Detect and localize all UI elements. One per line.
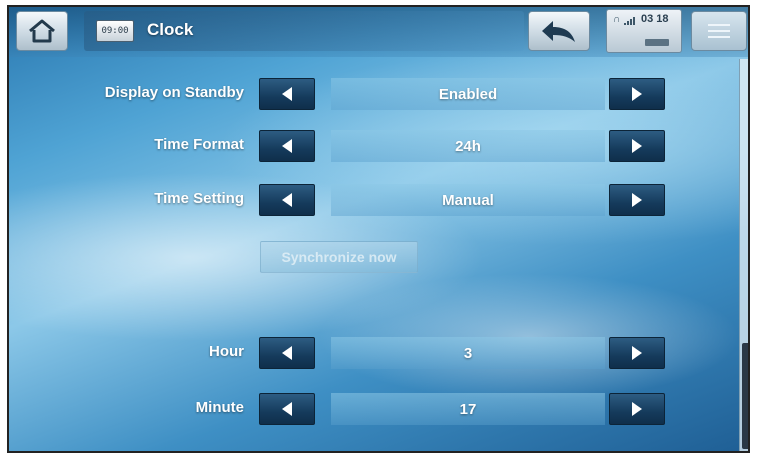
arrow-left-icon xyxy=(282,346,292,360)
setting-label: Time Format xyxy=(154,136,244,153)
setting-row-minute: Minute 17 xyxy=(9,390,699,428)
home-button[interactable] xyxy=(16,11,68,51)
battery-icon xyxy=(645,39,669,46)
arrow-right-icon xyxy=(632,402,642,416)
setting-value: 24h xyxy=(331,130,605,162)
menu-icon xyxy=(708,20,730,42)
increase-hour-button[interactable] xyxy=(609,337,665,369)
decrease-minute-button[interactable] xyxy=(259,393,315,425)
page-title: Clock xyxy=(147,20,194,39)
clock-icon: 09:00 xyxy=(96,20,134,42)
back-button[interactable] xyxy=(528,11,590,51)
headphone-icon: ∩ xyxy=(613,14,621,25)
setting-value: Enabled xyxy=(331,78,605,110)
arrow-right-icon xyxy=(632,87,642,101)
synchronize-now-button[interactable]: Synchronize now xyxy=(260,241,418,273)
setting-value: 3 xyxy=(331,337,605,369)
arrow-right-icon xyxy=(632,193,642,207)
increase-minute-button[interactable] xyxy=(609,393,665,425)
arrow-left-icon xyxy=(282,87,292,101)
setting-label: Time Setting xyxy=(154,190,244,207)
signal-icon xyxy=(624,17,638,25)
setting-label: Display on Standby xyxy=(104,84,244,101)
setting-value: 17 xyxy=(331,393,605,425)
setting-row-display-on-standby: Display on Standby Enabled xyxy=(9,75,699,113)
previous-option-button[interactable] xyxy=(259,184,315,216)
arrow-right-icon xyxy=(632,139,642,153)
clock-settings-screen: 09:00 Clock ∩ 03 18 Display on Standby E… xyxy=(7,5,750,453)
setting-row-time-setting: Time Setting Manual xyxy=(9,181,699,219)
scrollbar[interactable] xyxy=(739,59,748,451)
scrollbar-thumb[interactable] xyxy=(742,343,748,449)
previous-option-button[interactable] xyxy=(259,130,315,162)
status-time: 03 18 xyxy=(641,13,669,25)
back-arrow-icon xyxy=(542,21,575,42)
top-bar: 09:00 Clock ∩ 03 18 xyxy=(9,7,748,57)
arrow-left-icon xyxy=(282,193,292,207)
clock-icon-text: 09:00 xyxy=(101,26,129,36)
status-indicator: ∩ 03 18 xyxy=(606,9,682,53)
home-icon xyxy=(29,19,55,43)
setting-row-hour: Hour 3 xyxy=(9,334,699,372)
next-option-button[interactable] xyxy=(609,130,665,162)
menu-button[interactable] xyxy=(691,11,747,51)
arrow-left-icon xyxy=(282,139,292,153)
arrow-right-icon xyxy=(632,346,642,360)
previous-option-button[interactable] xyxy=(259,78,315,110)
decrease-hour-button[interactable] xyxy=(259,337,315,369)
title-area: 09:00 Clock xyxy=(84,11,524,51)
next-option-button[interactable] xyxy=(609,78,665,110)
setting-label: Minute xyxy=(195,399,244,416)
setting-row-time-format: Time Format 24h xyxy=(9,127,699,165)
arrow-left-icon xyxy=(282,402,292,416)
setting-value: Manual xyxy=(331,184,605,216)
next-option-button[interactable] xyxy=(609,184,665,216)
setting-label: Hour xyxy=(209,343,244,360)
